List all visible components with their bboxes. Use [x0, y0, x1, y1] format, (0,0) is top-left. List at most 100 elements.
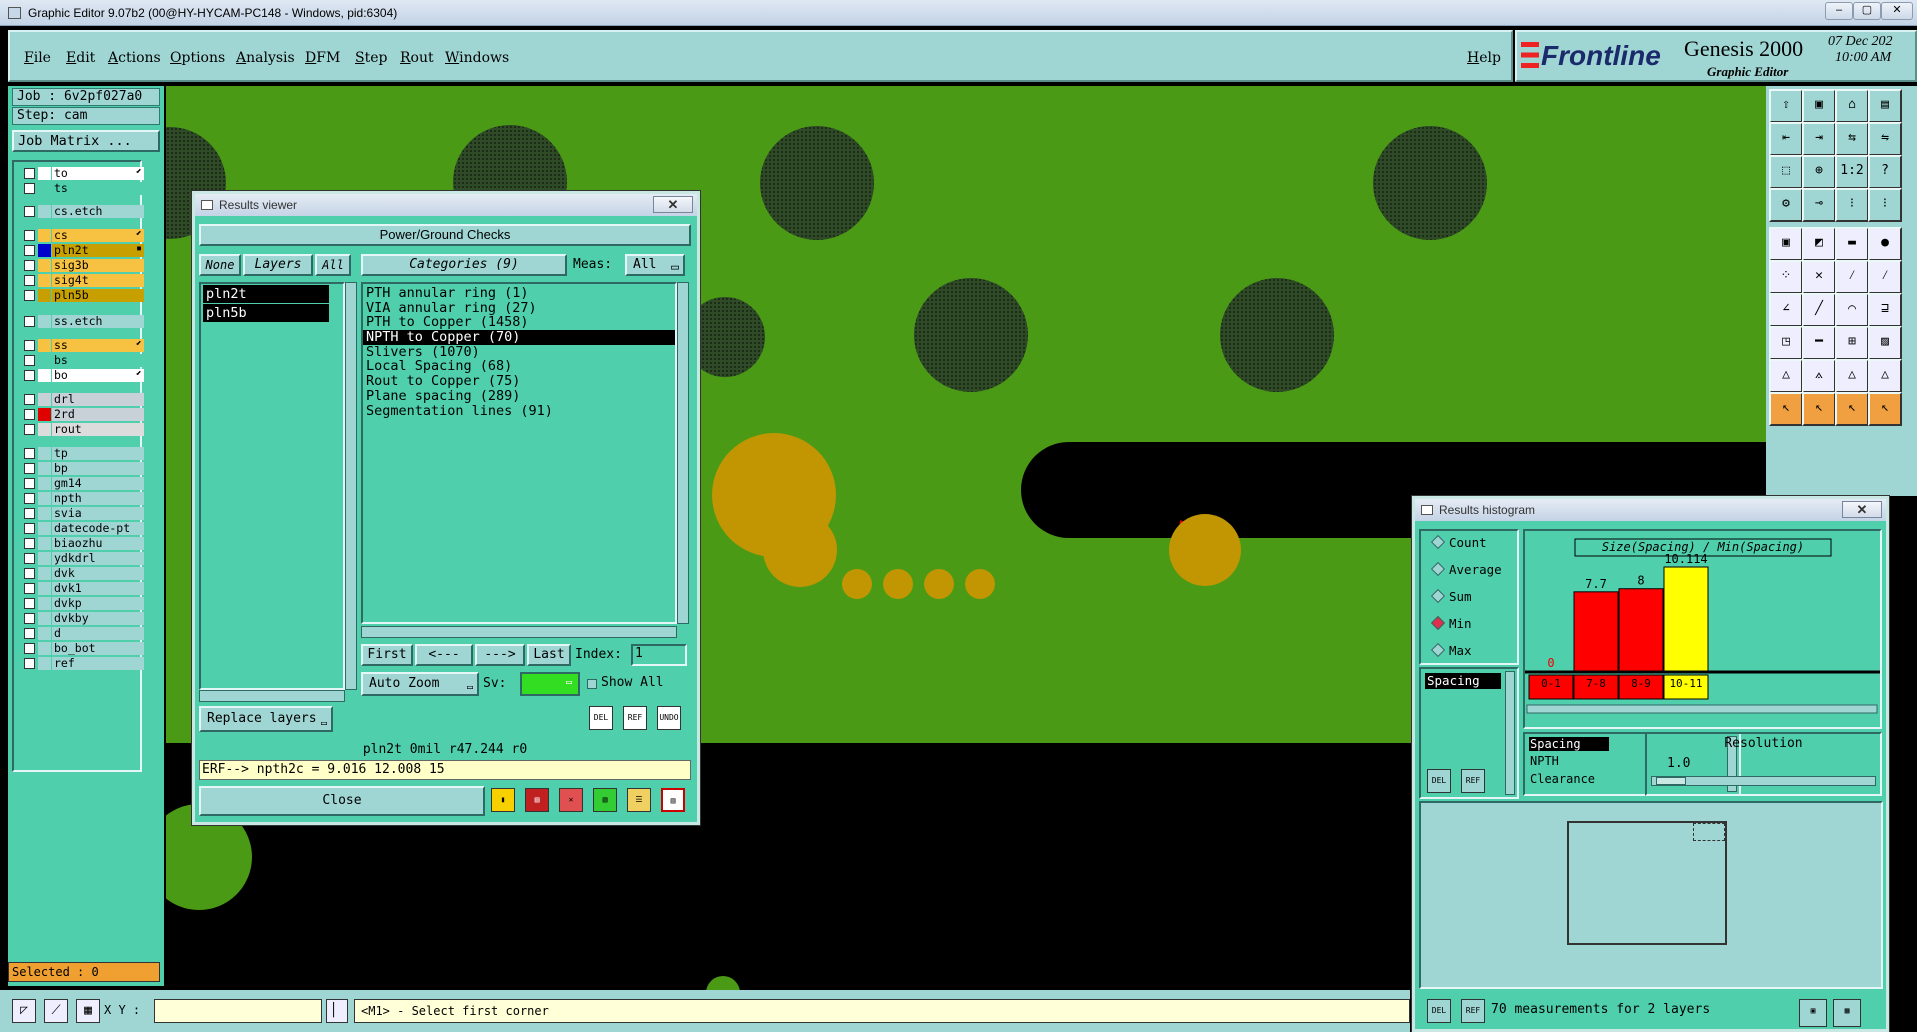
layer-name[interactable]: npth [52, 492, 144, 505]
layer-row-bs[interactable]: bs [20, 353, 146, 368]
layer-checkbox[interactable] [24, 245, 35, 256]
layer-checkbox[interactable] [24, 463, 35, 474]
layer-checkbox[interactable] [24, 613, 35, 624]
layer-name[interactable]: dvk1 [52, 582, 144, 595]
layer-color-swatch[interactable] [38, 259, 51, 272]
tool-button-icon[interactable]: ◳ [1769, 326, 1803, 360]
layer-list-hscrollbar[interactable] [199, 690, 345, 702]
layer-color-swatch[interactable] [38, 182, 51, 195]
preview-ref-button[interactable]: REF [1461, 999, 1485, 1023]
menu-options[interactable]: Options [170, 50, 225, 66]
layer-checkbox[interactable] [24, 583, 35, 594]
prev-button[interactable]: <--- [415, 644, 473, 666]
layer-color-swatch[interactable] [38, 627, 51, 640]
resolution-slider[interactable] [1651, 776, 1876, 786]
layer-color-swatch[interactable] [38, 339, 51, 352]
category-item[interactable]: Slivers (1070) [363, 345, 675, 360]
board-preview[interactable] [1419, 801, 1883, 989]
layer-name[interactable]: pln2t [52, 244, 144, 257]
category-item[interactable]: VIA annular ring (27) [363, 300, 675, 316]
auto-zoom-select[interactable]: Auto Zoom ▭ [361, 672, 479, 696]
layer-checkbox[interactable] [24, 275, 35, 286]
categories-hscrollbar[interactable] [361, 626, 677, 638]
category-item[interactable]: Segmentation lines (91) [363, 403, 675, 419]
mode-min-radio[interactable]: Min [1433, 616, 1472, 631]
mode-count-radio[interactable]: Count [1433, 535, 1487, 550]
layer-row-pln2t[interactable]: pln2t ▪ [20, 243, 146, 258]
histogram-del-button[interactable]: DEL [1427, 769, 1451, 793]
tool-button-icon[interactable]: ⟑ [1802, 359, 1836, 393]
layer-checkbox[interactable] [24, 538, 35, 549]
tool-button-icon[interactable]: ⇋ [1868, 122, 1902, 156]
tool-button-icon[interactable]: ▬ [1835, 227, 1869, 261]
clear-icon[interactable]: ✕ [559, 788, 583, 812]
layer-row-drl[interactable]: drl [20, 392, 146, 407]
layer-checkbox[interactable] [24, 394, 35, 405]
layer-row-d[interactable]: d [20, 626, 146, 641]
layer-name[interactable]: ss.etch [52, 315, 144, 328]
tool-button-icon[interactable]: ∠ [1769, 293, 1803, 327]
category-item[interactable]: Plane spacing (289) [363, 389, 675, 404]
results-layer-item[interactable]: pln5b [203, 304, 329, 322]
layer-name[interactable]: ref [52, 657, 144, 670]
fit-window-icon[interactable]: ▩ [1833, 999, 1861, 1027]
category-item[interactable]: Local Spacing (68) [363, 359, 675, 374]
tool-button-icon[interactable]: 1:2 [1835, 155, 1869, 189]
layer-row-biaozhu[interactable]: biaozhu [20, 536, 146, 551]
measurement-item[interactable]: Spacing [1425, 673, 1501, 689]
layer-name[interactable]: dvkby [52, 612, 144, 625]
tool-button-icon[interactable]: ↖ [1835, 392, 1869, 426]
preview-del-button[interactable]: DEL [1427, 999, 1451, 1023]
layer-color-swatch[interactable] [38, 537, 51, 550]
tool-button-icon[interactable]: ● [1868, 227, 1902, 261]
histogram-ref-button[interactable]: REF [1461, 769, 1485, 793]
layer-name[interactable]: sig3b [52, 259, 144, 272]
layer-row-svia[interactable]: svia [20, 506, 146, 521]
tool-button-icon[interactable]: ⇥ [1802, 122, 1836, 156]
menu-windows[interactable]: Windows [445, 50, 509, 66]
sv-color-select[interactable]: ▭ [520, 672, 580, 696]
layer-name[interactable]: drl [52, 393, 144, 406]
ref-button[interactable]: REF [623, 706, 647, 730]
layer-checkbox[interactable] [24, 316, 35, 327]
tool-button-icon[interactable]: ↖ [1868, 392, 1902, 426]
measurement-scrollbar[interactable] [1505, 671, 1515, 795]
layer-checkbox[interactable] [24, 448, 35, 459]
mark-icon[interactable]: ▤ [525, 788, 549, 812]
layer-name[interactable]: ss [52, 339, 144, 352]
show-all-checkbox[interactable] [587, 679, 597, 689]
close-window-button[interactable]: ✕ [1881, 2, 1913, 20]
tool-button-icon[interactable]: ⊸ [1802, 188, 1836, 222]
resolution-slider-thumb[interactable] [1656, 777, 1686, 785]
layer-color-swatch[interactable] [38, 522, 51, 535]
layer-name[interactable]: d [52, 627, 144, 640]
layer-name[interactable]: to [52, 167, 144, 180]
layer-color-swatch[interactable] [38, 244, 51, 257]
layer-name[interactable]: bo [52, 369, 144, 382]
menu-help[interactable]: Help [1467, 50, 1501, 66]
layer-row-bo-bot[interactable]: bo_bot [20, 641, 146, 656]
grid-icon[interactable]: ▦ [76, 999, 100, 1023]
layer-color-swatch[interactable] [38, 315, 51, 328]
layer-checkbox[interactable] [24, 424, 35, 435]
layer-color-swatch[interactable] [38, 612, 51, 625]
category-item[interactable]: Rout to Copper (75) [363, 374, 675, 389]
tool-button-icon[interactable]: ⌂ [1835, 89, 1869, 123]
layer-checkbox[interactable] [24, 508, 35, 519]
layer-row-dvkby[interactable]: dvkby [20, 611, 146, 626]
undo-button[interactable]: UNDO [657, 706, 681, 730]
layer-color-swatch[interactable] [38, 447, 51, 460]
layer-color-swatch[interactable] [38, 552, 51, 565]
layer-row-dvk[interactable]: dvk [20, 566, 146, 581]
layer-name[interactable]: gm14 [52, 477, 144, 490]
minimize-button[interactable]: ‒ [1825, 2, 1853, 20]
layer-color-swatch[interactable] [38, 354, 51, 367]
zoom-window-icon[interactable]: ▣ [1799, 999, 1827, 1027]
tool-button-icon[interactable]: ▤ [1868, 89, 1902, 123]
tool-button-icon[interactable]: ⊕ [1802, 155, 1836, 189]
layer-row-gm14[interactable]: gm14 [20, 476, 146, 491]
tool-button-icon[interactable]: ? [1868, 155, 1902, 189]
layer-checkbox[interactable] [24, 183, 35, 194]
layer-color-swatch[interactable] [38, 492, 51, 505]
layer-checkbox[interactable] [24, 340, 35, 351]
